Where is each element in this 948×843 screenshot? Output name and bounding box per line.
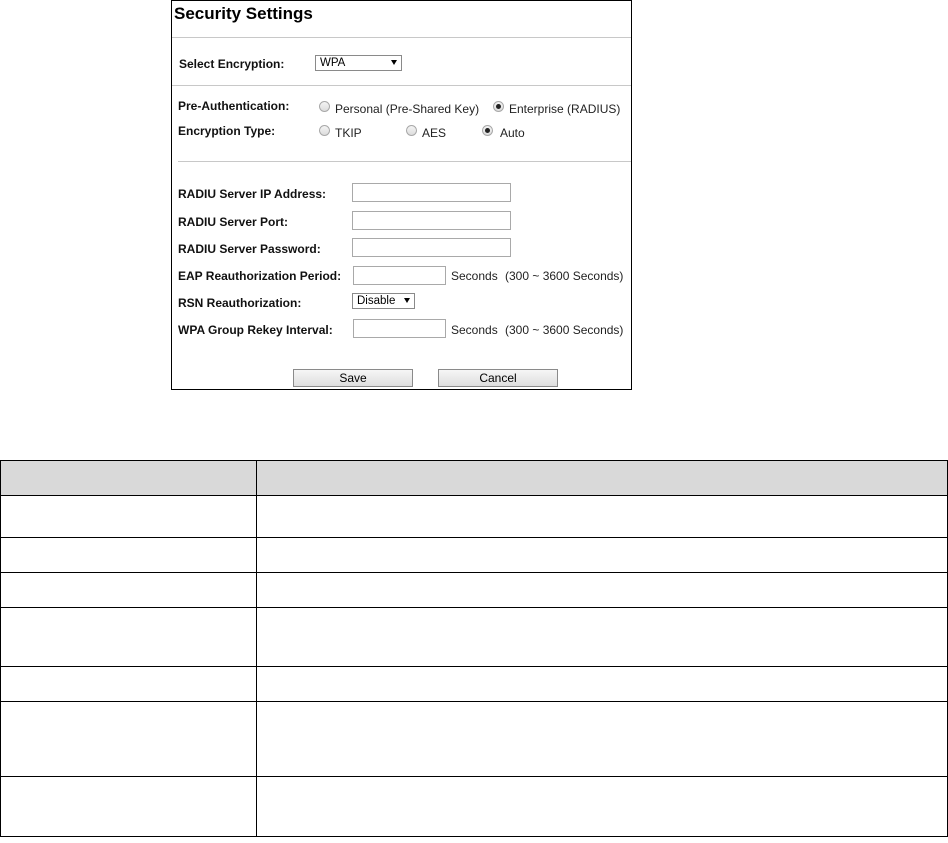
radius-password-label: RADIU Server Password:	[178, 242, 321, 256]
radio-auto-label: Auto	[500, 126, 525, 140]
divider	[172, 85, 631, 86]
table-row	[0, 776, 948, 837]
table-row	[0, 572, 948, 608]
encryption-select[interactable]: WPA	[315, 55, 402, 71]
divider	[172, 37, 631, 38]
table-header-cell	[256, 460, 948, 496]
save-button[interactable]: Save	[293, 369, 413, 387]
chevron-down-icon	[391, 60, 397, 65]
table-row	[0, 666, 948, 702]
table-row	[0, 701, 948, 777]
select-encryption-label: Select Encryption:	[179, 57, 285, 71]
divider	[178, 161, 631, 162]
radio-aes-label: AES	[422, 126, 447, 140]
panel-title: Security Settings	[174, 4, 313, 23]
wpa-rekey-label: WPA Group Rekey Interval:	[178, 323, 333, 337]
chevron-down-icon	[404, 298, 410, 303]
radius-port-label: RADIU Server Port:	[178, 215, 289, 229]
radius-ip-label: RADIU Server IP Address:	[178, 187, 327, 201]
encryption-type-label: Encryption Type:	[178, 124, 276, 138]
radio-tkip-label: TKIP	[335, 126, 362, 140]
radio-enterprise-label: Enterprise (RADIUS)	[509, 102, 621, 116]
radio-tkip[interactable]	[319, 125, 330, 136]
radius-password-input[interactable]	[352, 238, 511, 257]
radius-ip-input[interactable]	[352, 183, 511, 202]
table-row	[0, 537, 948, 573]
table-header-row	[0, 460, 948, 496]
radius-port-input[interactable]	[352, 211, 511, 230]
security-settings-panel: Security Settings Select Encryption: WPA…	[171, 0, 632, 390]
cancel-button[interactable]: Cancel	[438, 369, 558, 387]
description-table	[0, 460, 948, 837]
pre-authentication-label: Pre-Authentication:	[178, 99, 290, 113]
eap-period-unit: Seconds	[451, 269, 498, 283]
wpa-rekey-input[interactable]	[353, 319, 446, 338]
encryption-select-value: WPA	[320, 57, 346, 69]
eap-period-range: (300 ~ 3600 Seconds)	[505, 269, 624, 283]
rsn-select-value: Disable	[357, 295, 396, 307]
wpa-rekey-range: (300 ~ 3600 Seconds)	[505, 323, 624, 337]
radio-personal[interactable]	[319, 101, 330, 112]
table-row	[0, 607, 948, 667]
radio-auto[interactable]	[482, 125, 493, 136]
radio-aes[interactable]	[406, 125, 417, 136]
table-header-cell	[0, 460, 257, 496]
rsn-label: RSN Reauthorization:	[178, 296, 302, 310]
wpa-rekey-unit: Seconds	[451, 323, 498, 337]
table-row	[0, 495, 948, 538]
eap-period-label: EAP Reauthorization Period:	[178, 269, 342, 283]
rsn-select[interactable]: Disable	[352, 293, 415, 309]
radio-personal-label: Personal (Pre-Shared Key)	[335, 102, 480, 116]
radio-enterprise[interactable]	[493, 101, 504, 112]
eap-period-input[interactable]	[353, 266, 446, 285]
